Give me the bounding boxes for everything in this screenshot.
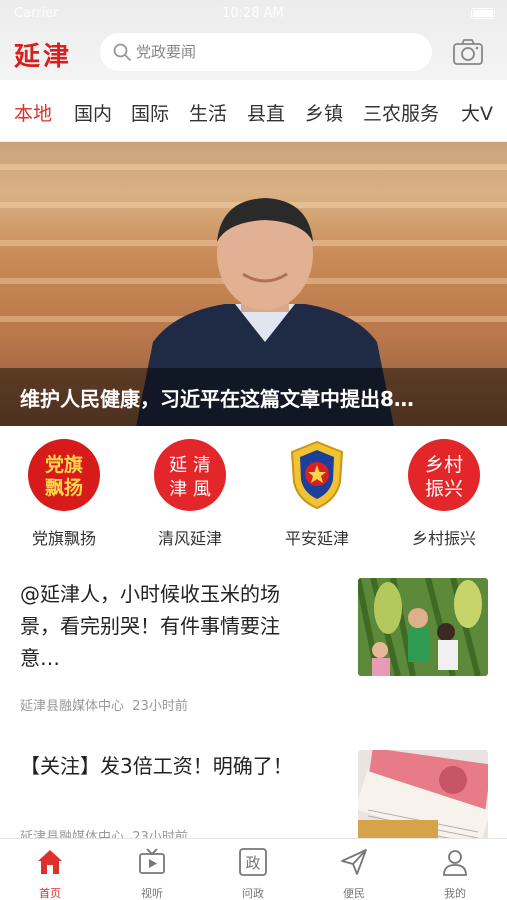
quick-link-label: 清风延津 [157,529,222,548]
app-screen: Carrier 10:28 AM 延津 党政要闻 本地 国内 国际 生活 县直 … [0,0,507,900]
news-item[interactable]: 【关注】发3倍工资！明确了！ 延津县融媒体中心 23小时前 [0,728,507,848]
quick-link-clean-wind[interactable]: 延 清 津 風 清风延津 [135,438,245,549]
camera-icon[interactable] [452,38,484,66]
tab-local[interactable]: 本地 [14,99,52,126]
status-bar: Carrier 10:28 AM [0,0,507,28]
tabbar-label: 视听 [141,887,163,900]
tabbar-home[interactable]: 首页 [10,847,90,900]
hero-caption[interactable]: 维护人民健康，习近平在这篇文章中提出8… [20,383,500,412]
bottom-tab-bar: 首页 视听 政 问政 便民 我的 [0,838,507,900]
app-logo: 延津 [14,42,73,72]
svg-text:津 風: 津 風 [169,479,211,500]
status-carrier: Carrier [14,6,59,21]
tab-county[interactable]: 县直 [247,99,285,126]
news-title[interactable]: @延津人，小时候收玉米的场 景，看完别哭！有件事情要注 意… [20,578,340,674]
party-flag-icon: 党旗 飘扬 [28,439,100,511]
svg-text:党旗: 党旗 [45,453,83,476]
svg-text:延 清: 延 清 [169,455,211,476]
tab-township[interactable]: 乡镇 [305,99,343,126]
quick-link-label: 党旗飘扬 [31,529,96,548]
svg-text:飘扬: 飘扬 [45,476,83,499]
svg-text:政: 政 [245,854,260,872]
tab-life[interactable]: 生活 [189,99,227,126]
news-source: 延津县融媒体中心 [20,699,125,714]
tabbar-label: 问政 [242,887,264,900]
quick-link-party-flag[interactable]: 党旗 飘扬 党旗飘扬 [9,438,119,549]
police-badge-icon [290,440,344,510]
tab-domestic[interactable]: 国内 [74,99,112,126]
tabbar-av[interactable]: 视听 [112,847,192,900]
news-item[interactable]: @延津人，小时候收玉米的场 景，看完别哭！有件事情要注 意… 延津县融媒体中心 … [0,558,507,728]
news-thumbnail [358,750,488,848]
tabbar-label: 便民 [343,887,365,900]
hero-banner[interactable]: 维护人民健康，习近平在这篇文章中提出8… [0,142,507,426]
news-meta: 延津县融媒体中心 23小时前 [20,695,188,714]
tabbar-mine[interactable]: 我的 [415,847,495,900]
tab-agriculture[interactable]: 三农服务 [363,99,439,126]
quick-link-rural[interactable]: 乡村 振兴 乡村振兴 [389,438,499,549]
status-time: 10:28 AM [222,6,284,21]
search-icon [113,43,131,61]
clean-wind-icon: 延 清 津 風 [154,439,226,511]
tabbar-service[interactable]: 便民 [314,847,394,900]
header: Carrier 10:28 AM 延津 党政要闻 [0,0,507,80]
search-input[interactable]: 党政要闻 [136,41,196,62]
channel-tabs: 本地 国内 国际 生活 县直 乡镇 三农服务 大V [0,80,507,142]
tab-international[interactable]: 国际 [131,99,169,126]
person-icon [443,850,467,876]
search-bar[interactable]: 党政要闻 [100,33,432,71]
battery-icon [471,8,495,19]
send-icon [341,849,367,875]
rural-revival-icon: 乡村 振兴 [408,439,480,511]
tabbar-label: 我的 [444,887,466,900]
quick-link-label: 平安延津 [284,529,349,548]
news-title[interactable]: 【关注】发3倍工资！明确了！ [20,750,350,782]
quick-link-safe[interactable]: 平安延津 [262,438,372,549]
home-icon [38,850,62,874]
tabbar-label: 首页 [39,887,61,900]
tabbar-inquiry[interactable]: 政 问政 [213,847,293,900]
quick-link-label: 乡村振兴 [411,529,476,548]
tab-bigv[interactable]: 大V [461,99,493,126]
svg-text:振兴: 振兴 [425,478,463,500]
news-time: 23小时前 [132,699,188,714]
svg-text:乡村: 乡村 [425,454,463,476]
question-icon: 政 [239,848,267,876]
news-thumbnail [358,578,488,676]
tv-icon [139,848,165,874]
quick-links: 党旗 飘扬 党旗飘扬 延 清 津 風 清风延津 平安延津 乡村 振兴 乡村振兴 [0,426,507,558]
